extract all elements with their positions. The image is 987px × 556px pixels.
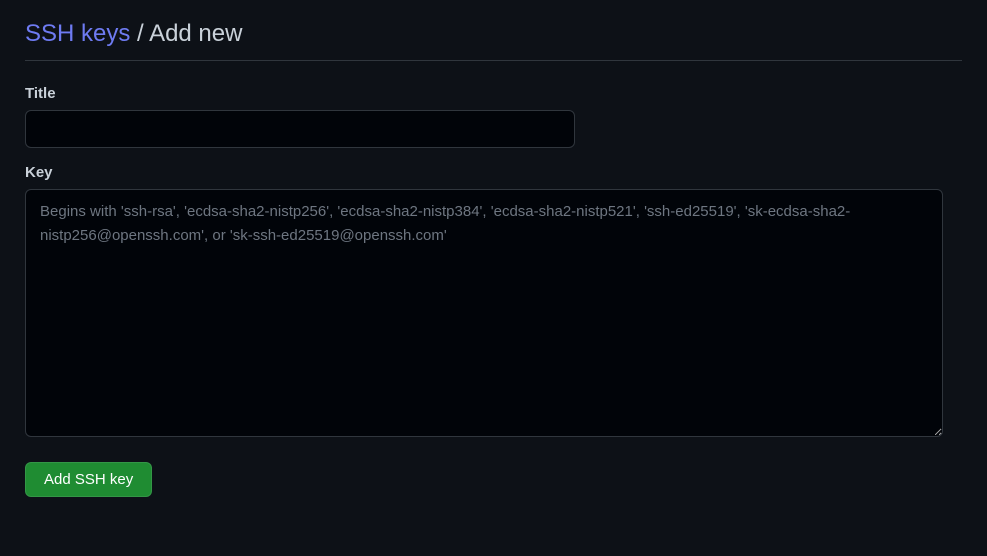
title-field-group: Title [25, 85, 962, 148]
title-input[interactable] [25, 110, 575, 148]
breadcrumb-separator: / [130, 20, 149, 47]
page-title: Add new [149, 20, 242, 47]
add-ssh-key-button[interactable]: Add SSH key [25, 462, 152, 497]
key-field-group: Key [25, 164, 962, 442]
title-label: Title [25, 85, 962, 102]
page-header: SSH keys / Add new [25, 20, 962, 61]
key-label: Key [25, 164, 962, 181]
ssh-keys-link[interactable]: SSH keys [25, 20, 130, 47]
key-textarea[interactable] [25, 189, 943, 437]
